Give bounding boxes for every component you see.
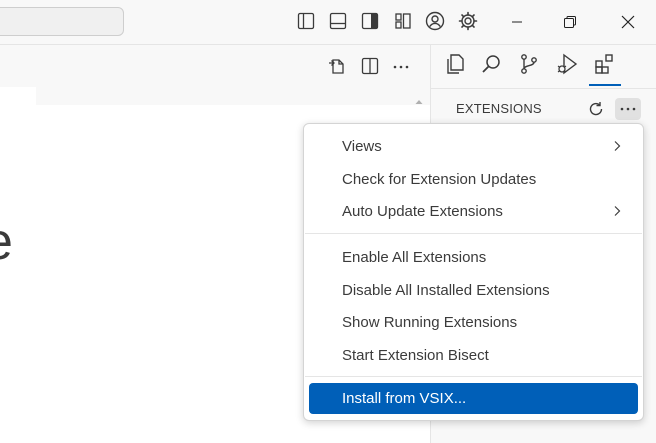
- open-changes-icon[interactable]: [327, 56, 347, 76]
- ellipsis-icon: [620, 107, 636, 111]
- menu-item-disable-all-installed-extensions[interactable]: Disable All Installed Extensions: [342, 282, 550, 300]
- scroll-up-arrow-icon[interactable]: [414, 94, 424, 104]
- refresh-icon[interactable]: [586, 99, 606, 119]
- menu-item-views[interactable]: Views: [342, 138, 382, 156]
- sidebar-title: EXTENSIONS: [456, 101, 542, 116]
- menu-item-check-for-extension-updates[interactable]: Check for Extension Updates: [342, 171, 536, 189]
- active-view-indicator: [589, 84, 621, 86]
- chevron-right-icon: [611, 139, 623, 151]
- close-icon[interactable]: [605, 0, 651, 44]
- split-editor-icon[interactable]: [360, 56, 380, 76]
- editor-tab[interactable]: [0, 87, 36, 105]
- explorer-icon[interactable]: [441, 50, 469, 78]
- menu-separator: [305, 376, 642, 377]
- extensions-icon[interactable]: [591, 50, 619, 78]
- menu-item-show-running-extensions[interactable]: Show Running Extensions: [342, 314, 517, 332]
- menu-item-install-from-vsix[interactable]: Install from VSIX...: [309, 383, 638, 414]
- search-icon[interactable]: [477, 50, 505, 78]
- extensions-more-actions-menu: Views Check for Extension Updates Auto U…: [303, 123, 644, 421]
- customize-layout-icon[interactable]: [393, 11, 413, 31]
- accounts-icon[interactable]: [425, 11, 445, 31]
- restore-icon[interactable]: [547, 0, 593, 44]
- chevron-right-icon: [611, 204, 623, 216]
- menu-item-enable-all-extensions[interactable]: Enable All Extensions: [342, 249, 486, 267]
- toggle-panel-icon[interactable]: [328, 11, 348, 31]
- toggle-secondary-sidebar-icon[interactable]: [360, 11, 380, 31]
- toggle-primary-sidebar-icon[interactable]: [296, 11, 316, 31]
- command-center-search[interactable]: [0, 7, 124, 36]
- title-bar: [0, 0, 656, 45]
- menu-item-start-extension-bisect[interactable]: Start Extension Bisect: [342, 347, 489, 365]
- views-and-more-actions-button[interactable]: [615, 98, 641, 120]
- menu-item-label: Install from VSIX...: [342, 390, 467, 407]
- editor-content-glyph: e: [0, 212, 13, 272]
- source-control-icon[interactable]: [515, 50, 543, 78]
- menu-separator: [305, 233, 642, 234]
- editor-tab-strip: [36, 87, 430, 105]
- menu-item-auto-update-extensions[interactable]: Auto Update Extensions: [342, 203, 503, 221]
- run-debug-icon[interactable]: [553, 50, 581, 78]
- more-actions-icon[interactable]: [391, 56, 411, 76]
- minimize-icon[interactable]: [494, 0, 540, 44]
- editor-toolbar: [0, 45, 430, 88]
- settings-gear-icon[interactable]: [458, 11, 478, 31]
